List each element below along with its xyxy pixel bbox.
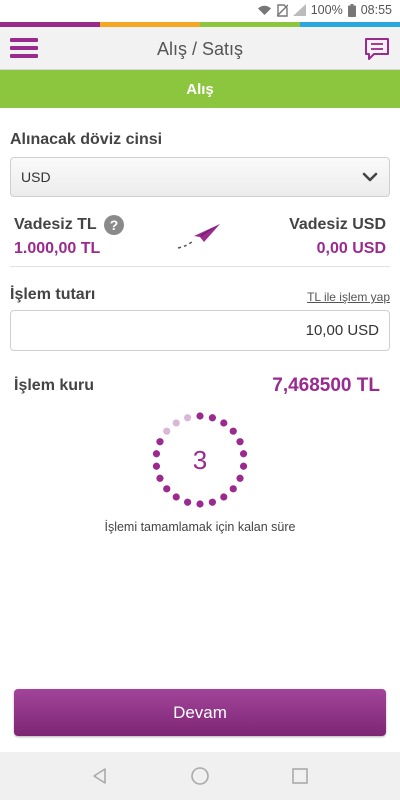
countdown-dot [208, 498, 216, 506]
currency-select[interactable]: USD [10, 157, 390, 197]
currency-label: Alınacak döviz cinsi [10, 131, 163, 148]
back-triangle-icon[interactable] [90, 766, 110, 786]
paper-plane-icon [177, 224, 220, 249]
tl-transaction-link[interactable]: TL ile işlem yap [307, 290, 390, 304]
recents-square-icon[interactable] [290, 766, 310, 786]
countdown-dot [184, 414, 192, 422]
no-sim-icon [276, 3, 288, 17]
battery-percent: 100% [310, 3, 343, 17]
countdown-dot [208, 414, 216, 422]
status-icons: 100% 08:55 [257, 3, 392, 17]
clock-time: 08:55 [360, 3, 392, 17]
page-title: Alış / Satış [156, 39, 244, 59]
tab-buy-label: Alış [186, 80, 214, 98]
countdown-dot [172, 493, 180, 501]
countdown-dot [196, 412, 204, 420]
countdown-dot [184, 498, 192, 506]
help-icon[interactable]: ? [104, 215, 124, 235]
chat-bubble-icon[interactable] [364, 36, 390, 62]
wifi-icon [257, 5, 271, 15]
countdown-dot [229, 485, 237, 493]
countdown-dot [220, 493, 228, 501]
countdown-dot [196, 500, 204, 508]
countdown-dot [220, 419, 228, 427]
amount-input[interactable] [10, 310, 390, 351]
to-account-name: Vadesiz USD [289, 216, 386, 233]
status-bar: 100% 08:55 [0, 0, 400, 22]
from-account-name: Vadesiz TL [14, 216, 97, 233]
tab-buy[interactable]: Alış [0, 70, 400, 108]
rate-value: 7,468500 TL [272, 375, 380, 396]
app-screen: 100% 08:55 Alış / Satış Alış Alınacak dö… [0, 0, 400, 800]
currency-selected-value: USD [21, 169, 51, 185]
countdown-caption: İşlemi tamamlamak için kalan süre [104, 520, 296, 534]
countdown-dot [229, 427, 237, 435]
countdown-dot [163, 427, 171, 435]
countdown-seconds: 3 [192, 445, 208, 475]
countdown-dot [163, 485, 171, 493]
from-account-balance: 1.000,00 TL [14, 240, 101, 257]
chevron-down-icon [362, 172, 378, 182]
section-divider [10, 266, 390, 267]
home-circle-icon[interactable] [190, 766, 210, 786]
battery-icon [347, 3, 356, 17]
system-nav-bar [0, 752, 400, 800]
rate-label: İşlem kuru [14, 377, 95, 394]
continue-button[interactable]: Devam [14, 689, 386, 736]
signal-icon [292, 4, 306, 16]
countdown-dot [172, 419, 180, 427]
amount-label: İşlem tutarı [10, 286, 96, 303]
to-account-balance: 0,00 USD [316, 240, 386, 257]
app-header: Alış / Satış [0, 27, 400, 70]
